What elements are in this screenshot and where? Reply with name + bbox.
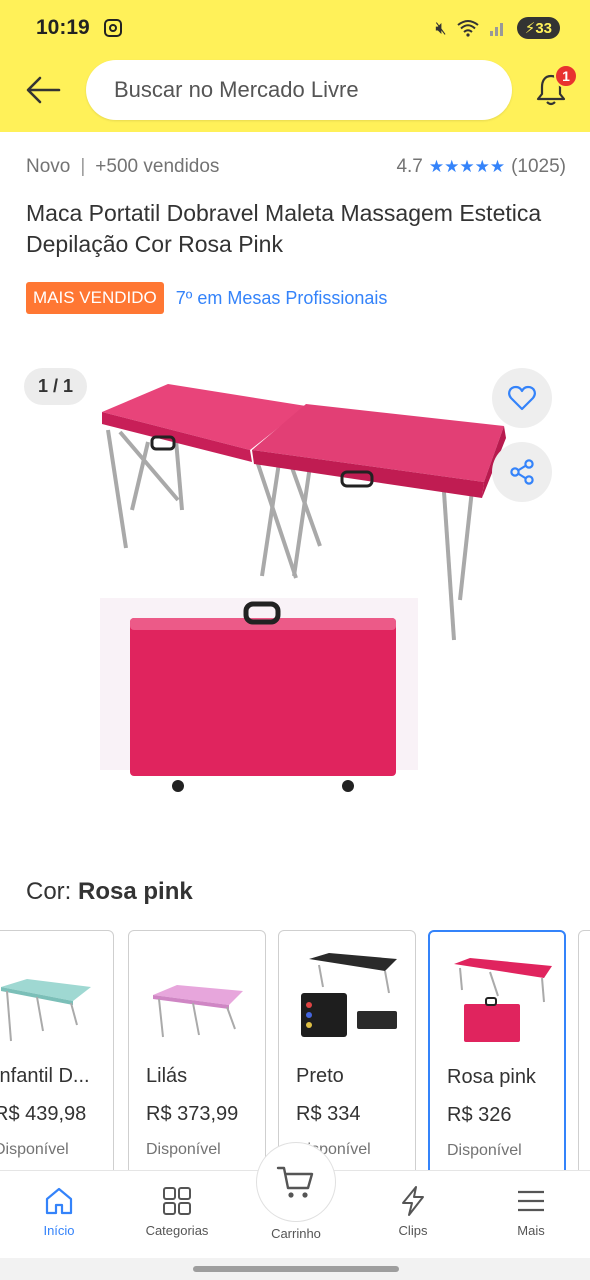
variant-image [301,953,397,1037]
favorite-button[interactable] [492,368,552,428]
instagram-icon [103,19,122,37]
variant-name: Preto [296,1065,344,1087]
search-placeholder: Buscar no Mercado Livre [114,77,359,102]
grid-icon [163,1187,191,1215]
color-label: Cor: Rosa pink [26,878,193,906]
notifications-button[interactable]: 1 [512,58,590,122]
product-gallery[interactable]: 1 / 1 [0,360,590,820]
nav-label: Clips [398,1223,428,1238]
rating-stars-icon: ★★★★★ [428,157,506,176]
condition-label: Novo [26,156,71,177]
variant-stock: Disponível [146,1141,221,1158]
color-variants: Infantil D... R$ 439,98 Disponível Lilás… [0,930,590,1170]
best-seller-badge: MAIS VENDIDO [26,282,164,314]
product-title: Maca Portatil Dobravel Maleta Massagem E… [26,200,542,257]
variant-card-rosa-pink[interactable]: Rosa pink R$ 326 Disponível [428,930,566,1170]
status-time: 10:19 [36,16,90,39]
share-icon [510,459,534,485]
variant-image [454,958,552,1042]
variant-name: Lilás [146,1065,188,1087]
image-counter: 1 / 1 [24,368,88,405]
nav-label: Mais [517,1223,545,1238]
nav-item-mais[interactable]: Mais [472,1171,590,1258]
variant-price: R$ 334 [296,1103,361,1125]
variant-card-infantil[interactable]: Infantil D... R$ 439,98 Disponível [0,930,114,1170]
status-bar: 10:19 🔇︎ ⚡33 [0,0,590,56]
lightning-icon [402,1186,424,1216]
cart-button[interactable] [256,1142,336,1222]
app-header: Buscar no Mercado Livre 1 [0,58,590,122]
product-meta: Novo | +500 vendidos 4.7 ★★★★★ (1025) [26,156,566,178]
notification-badge: 1 [554,64,578,88]
variant-card-preto[interactable]: Preto R$ 334 Disponível [278,930,416,1170]
wifi-icon [457,20,479,37]
search-input[interactable]: Buscar no Mercado Livre [86,60,512,120]
signal-icon [489,23,503,36]
review-count: (1025) [511,156,566,177]
variant-price: R$ 439,98 [0,1103,87,1125]
battery-indicator: ⚡33 [516,17,560,39]
variant-stock: Disponível [447,1142,522,1159]
color-label-prefix: Cor: [26,878,72,905]
arrow-left-icon [26,76,61,104]
back-button[interactable] [0,58,86,122]
nav-item-categorias[interactable]: Categorias [118,1171,236,1258]
product-badges: MAIS VENDIDO 7º em Mesas Profissionais [26,282,387,314]
variant-name: Infantil D... [0,1065,90,1087]
variant-card-next[interactable] [578,930,590,1170]
nav-item-clips[interactable]: Clips [354,1171,472,1258]
variant-stock: Disponível [0,1141,69,1158]
variant-image [153,985,243,1038]
rating-value: 4.7 [396,156,423,177]
meta-divider: | [80,156,86,177]
cart-icon [276,1166,314,1198]
category-rank-link[interactable]: 7º em Mesas Profissionais [176,288,388,309]
nav-item-inicio[interactable]: Início [0,1171,118,1258]
mute-icon: 🔇︎ [435,17,447,38]
battery-level: 33 [535,20,552,37]
variant-card-lilas[interactable]: Lilás R$ 373,99 Disponível [128,930,266,1170]
variant-price: R$ 373,99 [146,1103,239,1125]
status-icons: 🔇︎ ⚡33 [435,17,560,39]
variant-price: R$ 326 [447,1104,512,1126]
variant-name: Rosa pink [447,1066,536,1088]
variant-image [1,979,91,1042]
rating-summary[interactable]: 4.7 ★★★★★ (1025) [396,156,566,178]
heart-icon [508,385,536,411]
folded-case-illustration [100,598,418,792]
color-selected-value: Rosa pink [78,878,193,905]
nav-label: Categorias [145,1223,209,1238]
product-image [100,384,506,792]
home-icon [45,1187,73,1215]
menu-icon [518,1190,544,1212]
cart-label: Carrinho [271,1226,321,1241]
nav-label: Início [43,1223,75,1238]
home-indicator[interactable] [193,1266,399,1272]
sold-count: +500 vendidos [95,156,220,177]
share-button[interactable] [492,442,552,502]
